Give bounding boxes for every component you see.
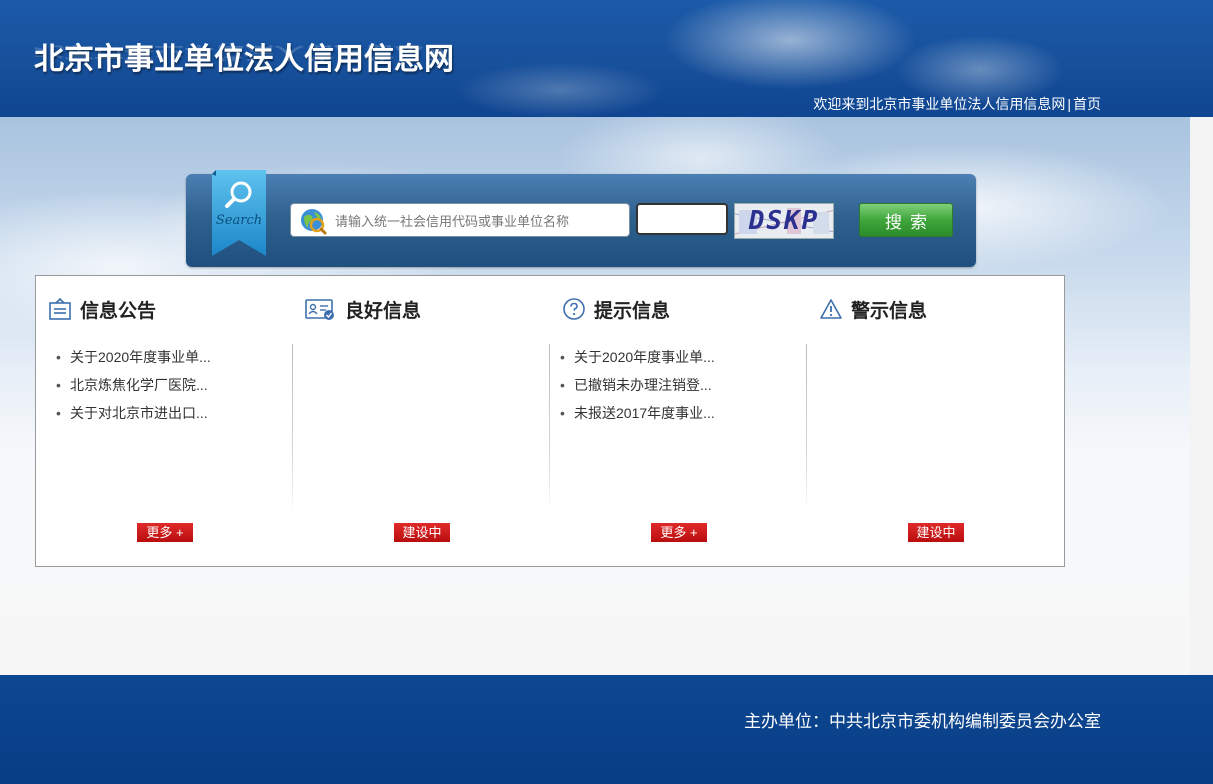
list-item-text: 关于对北京市进出口... — [70, 405, 208, 421]
column-notices: 信息公告 • 关于2020年度事业单... • 北京炼焦化学厂医院... • 关于对北… — [36, 276, 293, 566]
good-info-building-button[interactable]: 建设中 — [394, 523, 450, 542]
tips-more-button[interactable]: 更多 + — [651, 523, 707, 542]
column-tips: 提示信息 • 关于2020年度事业单... • 已撤销未办理注销登... • 未报送2… — [550, 276, 807, 566]
search-ribbon: Search — [212, 170, 266, 256]
site-title: 北京市事业单位法人信用信息网 — [34, 42, 454, 77]
search-input[interactable] — [333, 206, 627, 236]
captcha-input[interactable] — [636, 203, 728, 235]
site-header: 北京市事业单位法人信用信息网 北京市事业单位法人信用信息网 欢迎来到北京市事业单… — [0, 0, 1213, 117]
list-bullet: • — [56, 377, 61, 393]
warnings-building-button[interactable]: 建设中 — [908, 523, 964, 542]
id-card-check-icon — [305, 299, 334, 320]
list-bullet: • — [56, 349, 61, 365]
list-bullet: • — [56, 405, 61, 421]
list-item-text: 未报送2017年度事业... — [574, 405, 715, 421]
column-title: 提示信息 — [594, 300, 671, 322]
warning-triangle-icon — [820, 299, 842, 319]
list-item-text: 关于2020年度事业单... — [574, 349, 715, 365]
search-button[interactable]: 搜索 — [859, 203, 953, 237]
list-item[interactable]: • 北京炼焦化学厂医院... — [56, 374, 211, 402]
list-bullet: • — [560, 405, 565, 421]
globe-search-icon — [301, 209, 327, 235]
welcome-text: 欢迎来到北京市事业单位法人信用信息网 — [813, 96, 1066, 112]
search-ribbon-label: Search — [216, 213, 262, 228]
list-item[interactable]: • 关于2020年度事业单... — [560, 346, 715, 374]
list-bullet: • — [560, 377, 565, 393]
column-title: 信息公告 — [80, 300, 157, 322]
top-links: 欢迎来到北京市事业单位法人信用信息网 | 首页 — [813, 94, 1101, 114]
list-bullet: • — [560, 349, 565, 365]
search-input-wrapper — [290, 203, 630, 237]
question-circle-icon — [563, 298, 585, 320]
search-ribbon-graphic: Search — [212, 170, 266, 256]
captcha-text: DSKP — [748, 206, 820, 236]
notices-more-button[interactable]: 更多 + — [137, 523, 193, 542]
host-organization-text: 主办单位：中共北京市委机构编制委员会办公室 — [744, 712, 1101, 732]
column-title: 警示信息 — [851, 300, 928, 322]
notice-list: • 关于2020年度事业单... • 北京炼焦化学厂医院... • 关于对北京市进出口… — [56, 346, 211, 430]
tips-list: • 关于2020年度事业单... • 已撤销未办理注销登... • 未报送2017年度… — [560, 346, 715, 430]
column-warnings: 警示信息 建设中 — [807, 276, 1064, 566]
list-item[interactable]: • 关于对北京市进出口... — [56, 402, 211, 430]
list-item-text: 已撤销未办理注销登... — [574, 377, 712, 393]
list-item-text: 关于2020年度事业单... — [70, 349, 211, 365]
link-separator: | — [1067, 96, 1071, 112]
site-footer: 主办单位：中共北京市委机构编制委员会办公室 — [0, 675, 1213, 784]
notice-board-icon — [49, 297, 71, 320]
list-item[interactable]: • 已撤销未办理注销登... — [560, 374, 715, 402]
list-item[interactable]: • 关于2020年度事业单... — [56, 346, 211, 374]
captcha-image[interactable]: DSKP — [734, 203, 834, 239]
column-good-info: 良好信息 建设中 — [293, 276, 550, 566]
list-item[interactable]: • 未报送2017年度事业... — [560, 402, 715, 430]
column-title: 良好信息 — [345, 300, 422, 322]
right-gutter — [1190, 117, 1213, 675]
info-panel: 信息公告 • 关于2020年度事业单... • 北京炼焦化学厂医院... • 关于对北… — [35, 275, 1065, 567]
list-item-text: 北京炼焦化学厂医院... — [70, 377, 208, 393]
home-link[interactable]: 首页 — [1073, 94, 1101, 114]
